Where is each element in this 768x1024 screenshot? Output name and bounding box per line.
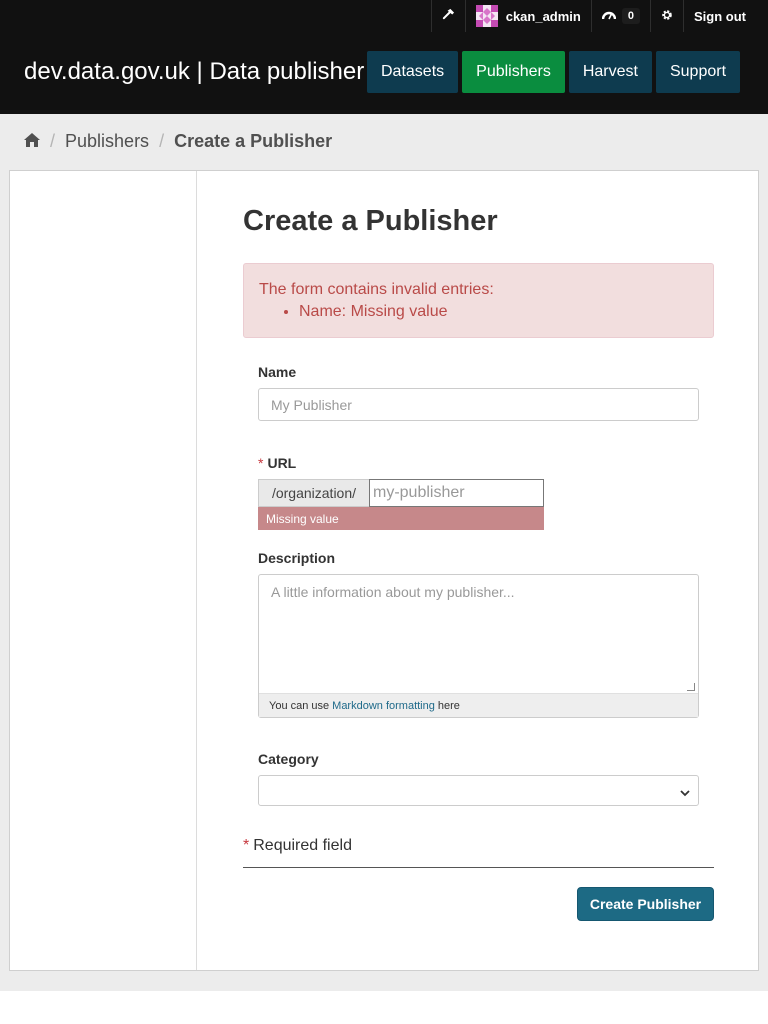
- nav-harvest[interactable]: Harvest: [568, 51, 652, 93]
- alert-message: The form contains invalid entries:: [259, 281, 494, 298]
- name-placeholder: My Publisher: [271, 396, 352, 413]
- breadcrumb-publishers[interactable]: Publishers: [65, 131, 149, 152]
- dashboard-icon: [601, 9, 617, 24]
- page-heading: Create a Publisher: [243, 205, 498, 237]
- markdown-hint-post: here: [437, 699, 460, 712]
- activity-count-badge: 0: [621, 8, 640, 24]
- markdown-hint-pre: You can use: [269, 699, 330, 712]
- site-title[interactable]: dev.data.gov.uk | Data publisher: [24, 58, 364, 86]
- alert-error-item: Name: Missing value: [299, 302, 698, 322]
- url-prefix: /organization/: [258, 479, 369, 507]
- nav-datasets[interactable]: Datasets: [367, 51, 459, 93]
- description-placeholder: A little information about my publisher.…: [271, 584, 515, 600]
- url-input[interactable]: my-publisher: [369, 479, 544, 507]
- markdown-formatting-link[interactable]: Markdown formatting: [332, 700, 435, 712]
- error-alert: The form contains invalid entries: Name:…: [243, 263, 714, 338]
- gear-icon: [661, 9, 673, 24]
- markdown-hint: You can use Markdown formatting here: [259, 693, 698, 717]
- content-wrapper: Create a Publisher The form contains inv…: [9, 170, 759, 971]
- category-select[interactable]: [258, 775, 699, 806]
- description-textarea[interactable]: A little information about my publisher.…: [258, 574, 699, 718]
- breadcrumb: / Publishers / Create a Publisher: [24, 131, 332, 152]
- sysadmin-link[interactable]: [430, 0, 465, 32]
- username: ckan_admin: [505, 8, 581, 24]
- breadcrumb-separator: /: [159, 131, 165, 151]
- form-divider: [243, 867, 714, 868]
- category-label: Category: [258, 751, 319, 767]
- activity-link[interactable]: 0: [590, 0, 650, 32]
- alert-error-list: Name: Missing value: [299, 302, 698, 322]
- breadcrumb-separator: /: [50, 131, 56, 151]
- url-label-text: URL: [267, 455, 297, 471]
- secondary-sidebar: [10, 171, 197, 970]
- name-input[interactable]: My Publisher: [258, 388, 699, 421]
- create-publisher-button[interactable]: Create Publisher: [577, 887, 714, 921]
- masthead: ckan_admin 0 Sign out dev.data.gov.uk | …: [0, 0, 768, 114]
- home-icon[interactable]: [24, 131, 40, 152]
- main-nav: Datasets Publishers Harvest Support: [367, 51, 741, 93]
- url-label: * URL: [258, 455, 296, 471]
- hammer-icon: [442, 8, 455, 24]
- required-star: *: [243, 837, 250, 854]
- sign-out-link[interactable]: Sign out: [683, 0, 756, 32]
- nav-support[interactable]: Support: [655, 51, 741, 93]
- nav-publishers[interactable]: Publishers: [462, 51, 565, 93]
- resize-handle[interactable]: [687, 683, 695, 691]
- sign-out-label: Sign out: [694, 8, 746, 24]
- user-link[interactable]: ckan_admin: [464, 0, 591, 32]
- required-star: *: [258, 455, 264, 471]
- name-label: Name: [258, 364, 297, 380]
- chevron-down-icon: [680, 785, 690, 797]
- required-field-note: * Required field: [243, 837, 352, 855]
- breadcrumb-current[interactable]: Create a Publisher: [174, 131, 332, 152]
- avatar-icon: [475, 5, 498, 27]
- required-note-text: Required field: [253, 837, 352, 854]
- settings-link[interactable]: [650, 0, 683, 32]
- description-label: Description: [258, 550, 336, 566]
- url-error-message: Missing value: [258, 507, 544, 530]
- url-placeholder: my-publisher: [373, 484, 465, 501]
- account-bar: ckan_admin 0 Sign out: [430, 0, 756, 32]
